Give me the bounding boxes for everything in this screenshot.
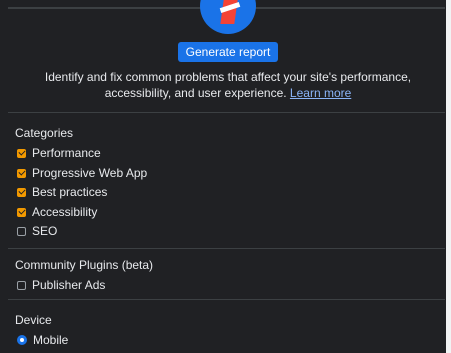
category-label: Performance [32, 146, 101, 160]
checkbox-icon[interactable] [17, 207, 26, 217]
section-divider [8, 299, 445, 300]
lighthouse-panel: Generate report Identify and fix common … [0, 0, 451, 353]
category-accessibility[interactable]: Accessibility [17, 204, 97, 220]
device-title: Device [15, 313, 52, 327]
section-divider [8, 112, 445, 113]
checkbox-icon[interactable] [17, 280, 26, 290]
description-body: Identify and fix common problems that af… [44, 70, 412, 100]
category-label: Best practices [32, 185, 108, 199]
category-pwa[interactable]: Progressive Web App [17, 165, 147, 181]
radio-selected-icon[interactable] [17, 335, 27, 345]
category-best-practices[interactable]: Best practices [17, 184, 107, 200]
checkbox-icon[interactable] [17, 187, 26, 197]
device-mobile[interactable]: Mobile [17, 332, 68, 348]
learn-more-link[interactable]: Learn more [290, 86, 351, 100]
category-label: Accessibility [32, 205, 98, 219]
checkbox-icon[interactable] [17, 226, 26, 236]
category-label: Progressive Web App [32, 166, 148, 180]
category-performance[interactable]: Performance [17, 145, 101, 161]
category-seo[interactable]: SEO [17, 223, 57, 239]
checkbox-icon[interactable] [17, 148, 26, 158]
plugin-label: Publisher Ads [32, 278, 106, 292]
plugins-title: Community Plugins (beta) [15, 258, 154, 272]
lighthouse-logo-icon [200, 0, 256, 34]
categories-title: Categories [15, 126, 74, 140]
checkbox-icon[interactable] [17, 168, 26, 178]
category-label: SEO [32, 224, 58, 238]
device-label: Mobile [33, 333, 69, 347]
plugin-publisher-ads[interactable]: Publisher Ads [17, 277, 105, 293]
generate-report-button[interactable]: Generate report [178, 42, 278, 62]
section-divider [8, 248, 445, 249]
description-text: Identify and fix common problems that af… [30, 69, 426, 101]
